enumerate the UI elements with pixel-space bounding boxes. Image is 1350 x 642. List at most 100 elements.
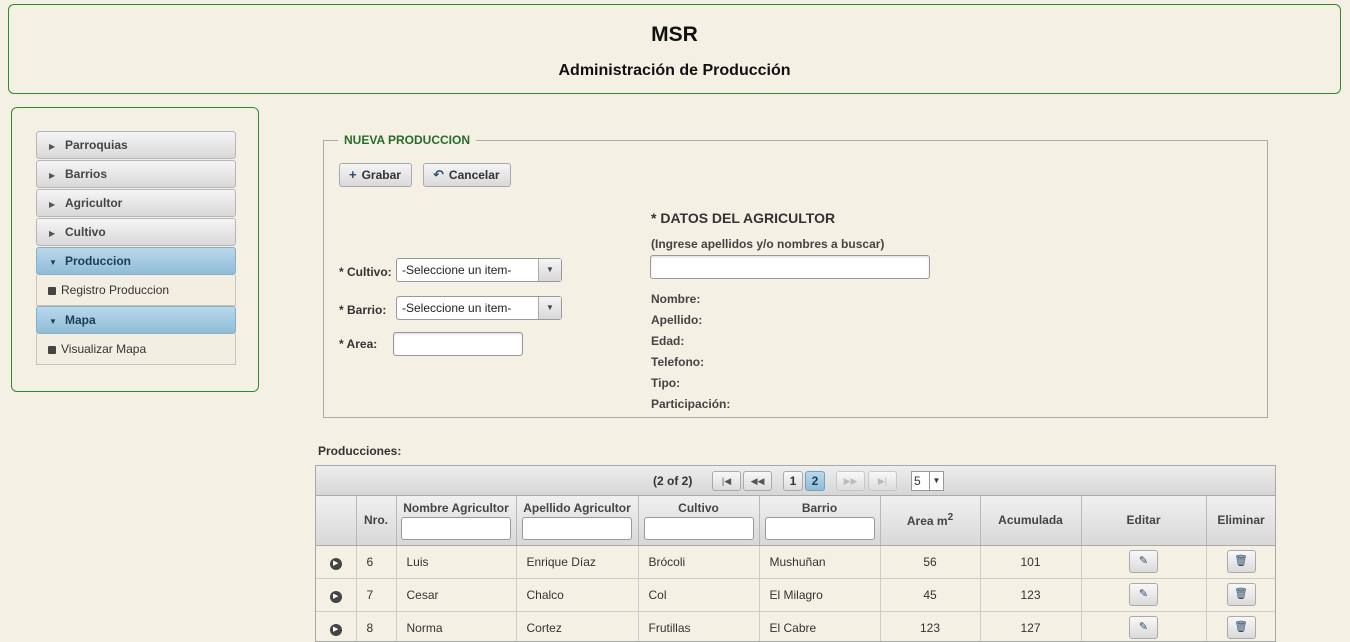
chevron-down-icon: ▼ [929, 472, 943, 490]
cell-cultivo: Col [638, 578, 760, 612]
sidebar: ▶ Parroquias ▶ Barrios ▶ Agricultor ▶ Cultiv… [11, 107, 259, 392]
cell-barrio: El Milagro [759, 578, 881, 612]
column-header-acumulada[interactable]: Acumulada [980, 496, 1082, 546]
apellido-filter-input[interactable] [522, 516, 632, 540]
undo-icon: ↶ [433, 167, 444, 182]
sidebar-item-cultivo[interactable]: ▶ Cultivo [36, 218, 236, 246]
table-row: ▶ 7 Cesar Chalco Col El Milagro 45 123 ✎… [316, 578, 1275, 612]
fieldset-legend: NUEVA PRODUCCION [338, 133, 477, 147]
barrio-select-value: -Seleccione un item- [402, 301, 512, 315]
next-page-icon[interactable]: ▶▶ [836, 471, 865, 491]
cell-apellido: Cortez [516, 611, 639, 641]
new-production-fieldset: NUEVA PRODUCCION + Grabar ↶ Cancelar * Cul… [323, 133, 1268, 418]
cell-area: 45 [880, 578, 981, 612]
sidebar-item-label: Cultivo [65, 225, 106, 239]
farmer-apellido-label: Apellido: [651, 313, 703, 327]
cell-nombre: Cesar [396, 578, 517, 612]
sidebar-item-label: Mapa [65, 313, 96, 327]
sidebar-item-mapa[interactable]: ▼ Mapa [36, 306, 236, 334]
cell-area: 123 [880, 611, 981, 641]
column-header-nro[interactable]: Nro. [356, 496, 397, 546]
expander-header [316, 496, 357, 546]
column-header-editar: Editar [1081, 496, 1207, 546]
app-header: MSR Administración de Producción [8, 4, 1341, 94]
cell-acumulada: 127 [980, 611, 1082, 641]
chevron-down-icon[interactable]: ▼ [538, 259, 561, 281]
last-page-icon[interactable]: ▶| [868, 471, 897, 491]
row-expand-icon[interactable]: ▶ [329, 590, 342, 603]
productions-table: (2 of 2) |◀ ◀◀ 1 2 ▶▶ ▶| 5 ▼ Nro. Nombre… [315, 465, 1276, 642]
sidebar-item-label: Produccion [65, 254, 132, 268]
column-header-nombre[interactable]: Nombre Agricultor [396, 496, 517, 546]
barrio-filter-input[interactable] [764, 516, 875, 540]
column-header-barrio[interactable]: Barrio [759, 496, 881, 546]
column-header-eliminar: Eliminar [1206, 496, 1275, 546]
sidebar-subitem-registro-produccion[interactable]: Registro Produccion [36, 275, 236, 306]
column-header-cultivo[interactable]: Cultivo [638, 496, 760, 546]
cell-cultivo: Frutillas [638, 611, 760, 641]
sidebar-subitem-visualizar-mapa[interactable]: Visualizar Mapa [36, 334, 236, 365]
cell-nro: 8 [356, 611, 397, 641]
cell-area: 56 [880, 545, 981, 579]
page-report: (2 of 2) [653, 474, 693, 488]
area-input[interactable] [393, 332, 523, 356]
cultivo-select-value: -Seleccione un item- [402, 263, 512, 277]
sidebar-item-label: Barrios [65, 167, 108, 181]
cell-acumulada: 123 [980, 578, 1082, 612]
page-2-button[interactable]: 2 [805, 471, 825, 491]
cell-acumulada: 101 [980, 545, 1082, 579]
caret-right-icon: ▶ [49, 171, 56, 180]
cell-nro: 6 [356, 545, 397, 579]
row-expand-icon[interactable]: ▶ [329, 623, 342, 636]
rows-per-page-select[interactable]: 5 ▼ [911, 471, 944, 491]
column-header-apellido[interactable]: Apellido Agricultor [516, 496, 639, 546]
sidebar-item-barrios[interactable]: ▶ Barrios [36, 160, 236, 188]
caret-down-icon: ▼ [49, 258, 57, 267]
nombre-filter-input[interactable] [401, 516, 511, 540]
prev-page-icon[interactable]: ◀◀ [743, 471, 772, 491]
cancel-button-label: Cancelar [448, 168, 500, 182]
cell-nro: 7 [356, 578, 397, 612]
page-subtitle: Administración de Producción [558, 62, 791, 79]
plus-icon: + [349, 167, 357, 182]
farmer-telefono-label: Telefono: [651, 355, 705, 369]
chevron-down-icon[interactable]: ▼ [538, 297, 561, 319]
edit-icon[interactable]: ✎ [1129, 583, 1158, 606]
farmer-nombre-label: Nombre: [651, 292, 701, 306]
save-button[interactable]: + Grabar [339, 163, 412, 187]
sidebar-item-produccion[interactable]: ▼ Produccion [36, 247, 236, 275]
caret-right-icon: ▶ [49, 229, 56, 238]
sidebar-subitem-label: Registro Produccion [61, 283, 170, 297]
farmer-search-input[interactable] [650, 255, 930, 279]
productions-label: Producciones: [318, 444, 402, 458]
productions-grid: Nro. Nombre Agricultor Apellido Agricult… [316, 496, 1275, 641]
paginator: (2 of 2) |◀ ◀◀ 1 2 ▶▶ ▶| 5 ▼ [316, 466, 1275, 496]
edit-icon[interactable]: ✎ [1129, 550, 1158, 573]
cell-nombre: Luis [396, 545, 517, 579]
barrio-select[interactable]: -Seleccione un item- ▼ [396, 296, 562, 320]
cultivo-filter-input[interactable] [643, 516, 754, 540]
cell-nombre: Norma [396, 611, 517, 641]
edit-icon[interactable]: ✎ [1129, 616, 1158, 639]
column-header-area[interactable]: Area m2 [880, 496, 981, 546]
cell-apellido: Enrique Díaz [516, 545, 639, 579]
sidebar-item-parroquias[interactable]: ▶ Parroquias [36, 131, 236, 159]
cell-barrio: El Cabre [759, 611, 881, 641]
trash-icon[interactable]: 🗑 [1226, 550, 1256, 573]
cancel-button[interactable]: ↶ Cancelar [423, 163, 511, 187]
first-page-icon[interactable]: |◀ [712, 471, 741, 491]
sidebar-menu: ▶ Parroquias ▶ Barrios ▶ Agricultor ▶ Cultiv… [36, 131, 236, 365]
trash-icon[interactable]: 🗑 [1226, 616, 1256, 639]
caret-right-icon: ▶ [49, 142, 56, 151]
cell-barrio: Mushuñan [759, 545, 881, 579]
cultivo-select[interactable]: -Seleccione un item- ▼ [396, 258, 562, 282]
sidebar-item-agricultor[interactable]: ▶ Agricultor [36, 189, 236, 217]
trash-icon[interactable]: 🗑 [1226, 583, 1256, 606]
save-button-label: Grabar [361, 168, 401, 182]
sidebar-item-label: Agricultor [65, 196, 123, 210]
row-expand-icon[interactable]: ▶ [329, 557, 342, 570]
app-title: MSR [651, 23, 698, 46]
page-1-button[interactable]: 1 [783, 471, 803, 491]
farmer-search-hint: (Ingrese apellidos y/o nombres a buscar) [651, 237, 885, 251]
caret-down-icon: ▼ [49, 317, 57, 326]
